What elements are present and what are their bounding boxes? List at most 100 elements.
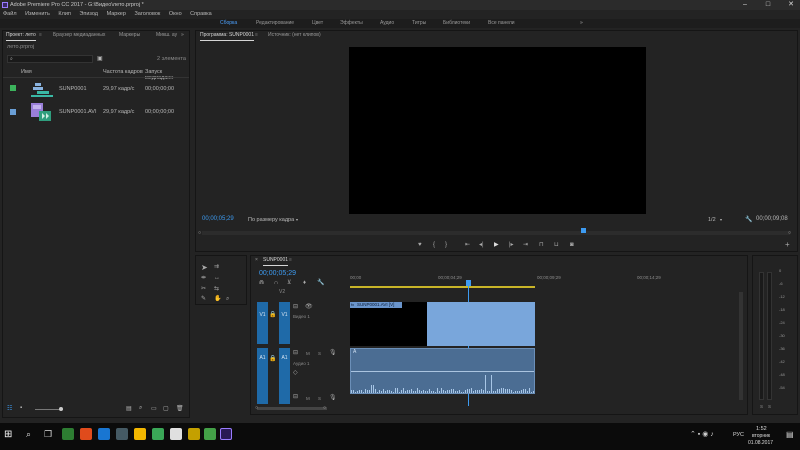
close-tab-icon[interactable]: × (255, 256, 258, 265)
zoom-slider-handle[interactable] (59, 407, 63, 411)
marker-icon[interactable]: ♦ (303, 280, 306, 287)
a1-track-target[interactable]: A1 (279, 348, 290, 404)
column-name[interactable]: Имя (21, 69, 32, 75)
step-forward-icon[interactable]: |▸ (509, 242, 514, 249)
menu-item-marker[interactable]: Маркер (107, 11, 126, 17)
solo-toggle[interactable]: S (318, 396, 321, 401)
mute-toggle[interactable]: M (306, 396, 310, 401)
pen-tool-icon[interactable]: ✎ (201, 296, 206, 303)
panel-menu-icon[interactable]: ≡ (255, 31, 258, 40)
solo-left[interactable]: S (760, 404, 763, 409)
taskbar-app-icon[interactable] (98, 428, 110, 440)
go-to-out-icon[interactable]: ⇥ (523, 242, 528, 249)
maximize-icon[interactable]: □ (757, 0, 779, 10)
new-bin-from-search-icon[interactable]: ▣ (97, 55, 103, 62)
menu-item-title[interactable]: Заголовок (134, 11, 160, 17)
panel-menu-icon[interactable]: ≡ (289, 256, 292, 265)
notifications-icon[interactable]: ▤ (786, 430, 794, 439)
mark-in-icon[interactable]: { (433, 242, 435, 249)
settings-wrench-icon[interactable]: 🔧 (745, 216, 752, 223)
taskbar-app-icon[interactable] (80, 428, 92, 440)
find-icon[interactable]: ⌕ (139, 405, 142, 412)
monitor-scrub-bar[interactable] (202, 231, 790, 235)
project-item-sequence[interactable]: SUNP0001 29,97 кадр/с 00;00;00;00 (3, 79, 189, 101)
export-frame-icon[interactable]: ◙ (570, 242, 574, 249)
taskbar-app-icon[interactable] (204, 428, 216, 440)
panel-menu-icon[interactable]: ≡ (39, 31, 42, 40)
more-workspaces-icon[interactable]: » (580, 19, 583, 28)
tab-audio-mixer[interactable]: Микш. ау (156, 31, 177, 40)
linked-selection-icon[interactable]: ∩ (274, 280, 278, 287)
scroll-right-handle[interactable]: ○ (323, 405, 326, 411)
workspace-assembly[interactable]: Сборка (220, 19, 237, 28)
lock-icon[interactable]: 🔒 (269, 356, 276, 363)
playhead-timecode[interactable]: 00;00;05;29 (202, 216, 234, 222)
zoom-tool-icon[interactable]: ⌕ (226, 296, 229, 303)
timeline-settings-wrench-icon[interactable]: 🔧 (317, 280, 324, 287)
mute-toggle[interactable]: M (306, 351, 310, 356)
track-select-tool-icon[interactable]: ⇉ (214, 264, 219, 271)
resolution-dropdown[interactable]: 1/2 (708, 217, 716, 223)
v1-source-patch[interactable]: V1 (257, 302, 268, 344)
task-view-icon[interactable]: ❐ (44, 429, 52, 440)
menu-item-clip[interactable]: Клип (58, 11, 70, 17)
step-back-icon[interactable]: ◂| (479, 242, 484, 249)
chevron-down-icon[interactable]: ▾ (720, 217, 722, 222)
taskbar-app-icon[interactable] (152, 428, 164, 440)
workspace-all-panels[interactable]: Все панели (488, 19, 515, 28)
workspace-editing[interactable]: Редактирование (256, 19, 294, 28)
volume-rubberband[interactable] (351, 371, 534, 372)
tray-icons[interactable]: ⌃ ▪ ◉ ♪ (690, 430, 714, 438)
tab-program[interactable]: Программа: SUNP0001 (200, 31, 254, 41)
eye-icon[interactable]: 👁 (305, 304, 313, 311)
workspace-effects[interactable]: Эффекты (340, 19, 363, 28)
timeline-zoom-scroll[interactable] (257, 407, 327, 410)
chevron-down-icon[interactable]: ▾ (296, 217, 298, 222)
razor-tool-icon[interactable]: ✂ (201, 286, 206, 293)
ripple-edit-tool-icon[interactable]: ⇹ (201, 275, 206, 282)
v1-track-target[interactable]: V1 (279, 302, 290, 344)
microphone-icon[interactable]: 🎙 (329, 350, 337, 357)
menu-item-sequence[interactable]: Эпизод (79, 11, 98, 17)
automate-to-sequence-icon[interactable]: ▤ (126, 405, 132, 412)
insert-nest-icon[interactable]: ⊻ (287, 280, 291, 287)
rate-stretch-tool-icon[interactable]: ↔ (214, 275, 220, 282)
video-clip[interactable]: SUNP0001.AVI [V] fx (350, 302, 535, 346)
video-preview[interactable] (349, 47, 646, 214)
timeline-timecode[interactable]: 00;00;05;29 (259, 270, 296, 277)
menu-item-window[interactable]: Окно (169, 11, 182, 17)
scroll-left-handle[interactable]: ○ (198, 230, 201, 236)
clock-day[interactable]: вторник (752, 433, 770, 439)
premiere-taskbar-icon[interactable] (220, 428, 232, 440)
clock-time[interactable]: 1:52 (756, 426, 767, 432)
go-to-in-icon[interactable]: ⇤ (465, 242, 470, 249)
workspace-audio[interactable]: Аудио (380, 19, 394, 28)
new-bin-icon[interactable]: ▭ (151, 405, 157, 412)
language-indicator[interactable]: РУС (733, 432, 744, 438)
taskbar-app-icon[interactable] (62, 428, 74, 440)
tab-source[interactable]: Источник: (нет клипов) (268, 31, 321, 40)
tab-sequence[interactable]: SUNP0001 (263, 256, 289, 266)
taskbar-app-icon[interactable] (188, 428, 200, 440)
sync-lock-icon[interactable]: ⊟ (293, 350, 298, 357)
workspace-libraries[interactable]: Библиотеки (443, 19, 470, 28)
clock-date[interactable]: 01.08.2017 (748, 440, 773, 446)
menu-item-edit[interactable]: Изменить (25, 11, 50, 17)
work-area-bar[interactable] (350, 286, 535, 288)
microphone-icon[interactable]: 🎙 (329, 395, 337, 402)
hand-tool-icon[interactable]: ✋ (214, 296, 221, 303)
taskbar-app-icon[interactable] (134, 428, 146, 440)
lift-icon[interactable]: ⊓ (539, 242, 544, 249)
taskbar-app-icon[interactable] (170, 428, 182, 440)
add-marker-icon[interactable]: ♥ (418, 242, 422, 249)
lock-icon[interactable]: 🔒 (269, 312, 276, 319)
taskbar-app-icon[interactable] (116, 428, 128, 440)
list-view-icon[interactable]: ☷ (7, 405, 12, 412)
scroll-right-handle[interactable]: ○ (788, 230, 791, 236)
keyframe-icon[interactable]: ◇ (293, 370, 298, 377)
search-input[interactable]: ⌕ (7, 55, 93, 63)
tab-markers[interactable]: Маркеры (119, 31, 140, 40)
sync-lock-icon[interactable]: ⊟ (293, 304, 298, 311)
a1-source-patch[interactable]: A1 (257, 348, 268, 404)
close-icon[interactable]: ✕ (780, 0, 800, 10)
